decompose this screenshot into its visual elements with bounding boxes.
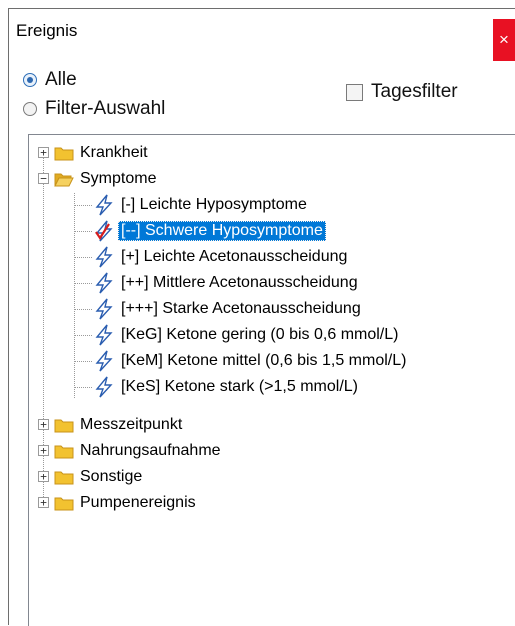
title-bar[interactable]: Ereignis × [9, 9, 515, 61]
tree-item-label: [--] Schwere Hyposymptome [118, 221, 326, 241]
window-title: Ereignis [16, 21, 78, 40]
expand-sonstige-toggle[interactable]: + [38, 471, 49, 482]
close-icon: × [499, 30, 509, 49]
tree-item-label: Symptome [80, 170, 157, 187]
tree-item-symptom-selected[interactable]: [--] Schwere Hyposymptome [93, 219, 326, 243]
tree-item-nahrungsaufnahme[interactable]: Nahrungsaufnahme [54, 439, 224, 463]
radio-all-indicator[interactable] [23, 73, 37, 87]
tree-branch [74, 335, 92, 336]
lightning-checked-icon [95, 220, 113, 242]
tree-item-label: Pumpenereignis [80, 494, 196, 511]
tree-item-label: Krankheit [80, 144, 148, 161]
tree-item-symptome[interactable]: Symptome [54, 167, 159, 191]
lightning-icon [95, 246, 113, 268]
tree-branch [74, 361, 92, 362]
tree-item-symptom[interactable]: [+++] Starke Acetonausscheidung [93, 297, 364, 321]
tree-item-pumpenereignis[interactable]: Pumpenereignis [54, 491, 199, 515]
folder-icon [54, 445, 74, 459]
radio-filter-selection-indicator[interactable] [23, 102, 37, 116]
lightning-icon [95, 324, 113, 346]
day-filter-box[interactable] [346, 83, 363, 101]
tree-item-label: [-] Leichte Hyposymptome [121, 196, 307, 213]
tree-branch [74, 231, 92, 232]
tree-symptome-line [74, 193, 75, 398]
tree-item-symptom[interactable]: [KeS] Ketone stark (>1,5 mmol/L) [93, 375, 361, 399]
tree-item-messzeitpunkt[interactable]: Messzeitpunkt [54, 413, 185, 437]
tree-item-krankheit[interactable]: Krankheit [54, 141, 151, 165]
tree-item-symptom[interactable]: [+] Leichte Acetonausscheidung [93, 245, 350, 269]
tree-branch [74, 309, 92, 310]
tree-item-label: [+++] Starke Acetonausscheidung [121, 300, 361, 317]
folder-icon [54, 471, 74, 485]
tree-item-label: [+] Leichte Acetonausscheidung [121, 248, 348, 265]
open-folder-icon [54, 173, 74, 187]
tree-item-symptom[interactable]: [++] Mittlere Acetonausscheidung [93, 271, 361, 295]
radio-filter-selection[interactable]: Filter-Auswahl [23, 98, 165, 120]
tree-item-symptom[interactable]: [-] Leichte Hyposymptome [93, 193, 310, 217]
tree-item-symptom[interactable]: [KeG] Ketone gering (0 bis 0,6 mmol/L) [93, 323, 401, 347]
tree-branch [74, 205, 92, 206]
folder-icon [54, 419, 74, 433]
event-tree[interactable]: + − + + + + Krankheit Symptome [-] Leich… [28, 134, 515, 626]
expand-pumpenereignis-toggle[interactable]: + [38, 497, 49, 508]
tree-item-label: [KeM] Ketone mittel (0,6 bis 1,5 mmol/L) [121, 352, 407, 369]
lightning-icon [95, 272, 113, 294]
day-filter-label: Tagesfilter [371, 81, 458, 102]
expand-krankheit-toggle[interactable]: + [38, 147, 49, 158]
tree-branch [74, 257, 92, 258]
tree-item-sonstige[interactable]: Sonstige [54, 465, 145, 489]
tree-branch [74, 283, 92, 284]
day-filter-checkbox[interactable]: Tagesfilter [346, 81, 458, 103]
tree-item-label: [++] Mittlere Acetonausscheidung [121, 274, 358, 291]
tree-item-symptom[interactable]: [KeM] Ketone mittel (0,6 bis 1,5 mmol/L) [93, 349, 409, 373]
close-button[interactable]: × [493, 19, 515, 61]
radio-all[interactable]: Alle [23, 69, 77, 91]
tree-item-label: Sonstige [80, 468, 143, 485]
event-dialog: Ereignis × Alle Filter-Auswahl Tagesfilt… [8, 8, 515, 626]
expand-messzeitpunkt-toggle[interactable]: + [38, 419, 49, 430]
radio-filter-selection-label: Filter-Auswahl [45, 98, 166, 119]
tree-branch [74, 387, 92, 388]
expand-nahrungsaufnahme-toggle[interactable]: + [38, 445, 49, 456]
tree-item-label: [KeG] Ketone gering (0 bis 0,6 mmol/L) [121, 326, 399, 343]
lightning-icon [95, 194, 113, 216]
folder-icon [54, 147, 74, 161]
radio-all-label: Alle [45, 69, 77, 90]
tree-item-label: [KeS] Ketone stark (>1,5 mmol/L) [121, 378, 358, 395]
lightning-icon [95, 350, 113, 372]
collapse-symptome-toggle[interactable]: − [38, 173, 49, 184]
lightning-icon [95, 376, 113, 398]
folder-icon [54, 497, 74, 511]
tree-item-label: Messzeitpunkt [80, 416, 183, 433]
lightning-icon [95, 298, 113, 320]
tree-item-label: Nahrungsaufnahme [80, 442, 221, 459]
